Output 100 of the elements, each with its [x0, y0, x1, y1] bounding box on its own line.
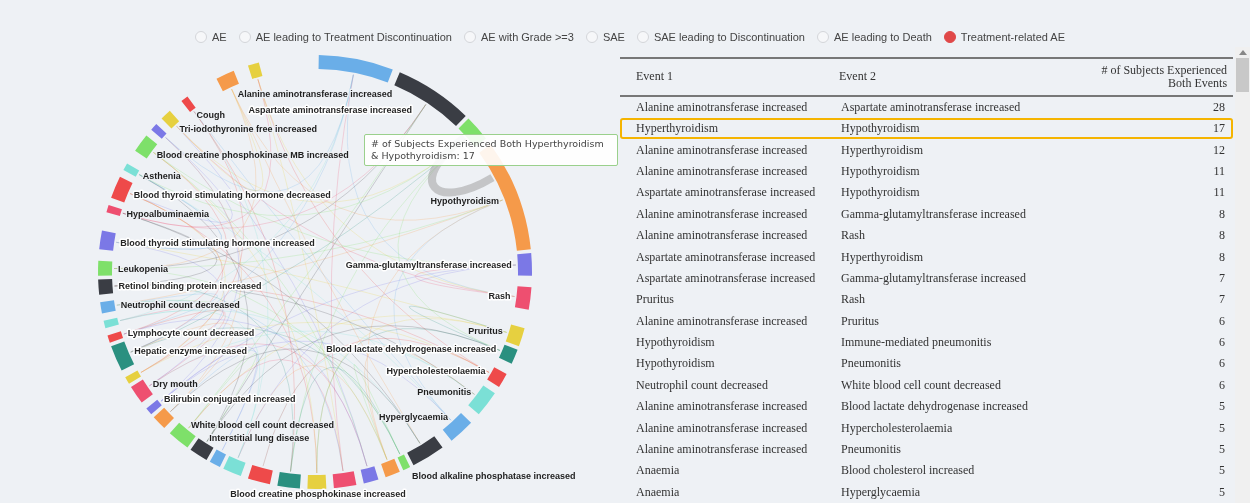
node-label: Leukopenia	[118, 263, 169, 274]
arc-segment[interactable]	[98, 278, 114, 295]
table-cell-text: 28	[1212, 99, 1227, 115]
node-label: Dry mouth	[152, 378, 198, 389]
table-cell-text: 12	[1212, 142, 1227, 158]
filter-label[interactable]: AE leading to Treatment Discontinuation	[255, 31, 452, 43]
node-label: Aspartate aminotransferase increased	[248, 104, 412, 115]
node-label: Blood lactate dehydrogenase increased	[326, 343, 497, 354]
column-header: Event 2	[839, 69, 877, 85]
table-cell-text: Hypothyroidism	[841, 163, 921, 179]
table-row[interactable]: Alanine aminotransferase increased Hypothyroidism 11	[620, 160, 1234, 183]
node-label: Pneumonitis	[417, 386, 472, 397]
table-cell-text: Pneumonitis	[841, 356, 902, 372]
table-cell-text: Alanine aminotransferase increased	[635, 99, 809, 115]
table-cell-text: Pruritus	[841, 313, 880, 329]
node-label: Blood alkaline phosphatase increased	[412, 470, 576, 481]
filter-radio-option[interactable]: SAE	[585, 29, 625, 45]
table-cell-text: Alanine aminotransferase increased	[635, 313, 809, 329]
table-cell-text: 5	[1218, 420, 1227, 436]
table-row[interactable]: Alanine aminotransferase increased Pruritus 6	[620, 310, 1234, 332]
node-label: Hypoalbuminaemia	[126, 209, 210, 219]
table-cell-text: 5	[1218, 463, 1227, 479]
table-row[interactable]: Neutrophil count decreased White blood cell count decreased 6	[620, 374, 1234, 397]
scrollbar[interactable]	[1235, 46, 1250, 503]
filter-radio-option[interactable]: AE leading to Treatment Discontinuation	[238, 29, 452, 45]
table-row[interactable]: Aspartate aminotransferase increased Hyperthyroidism 8	[620, 246, 1234, 268]
filter-radio-option[interactable]: SAE leading to Discontinuation	[636, 29, 805, 45]
table-cell-text: Alanine aminotransferase increased	[635, 228, 809, 244]
filter-radio-option[interactable]: Treatment-related AE	[943, 29, 1065, 45]
table-row[interactable]: Alanine aminotransferase increased Gamma-glutamyltransferase increased 8	[620, 203, 1234, 225]
table-cell-text: 11	[1212, 185, 1227, 201]
filter-radio-option[interactable]: AE with Grade >=3	[463, 29, 574, 45]
table-cell-text: 8	[1218, 206, 1227, 222]
table-row[interactable]: Alanine aminotransferase increased Hypercholesterolaemia 5	[620, 417, 1234, 439]
filter-radio-option[interactable]: AE leading to Death	[817, 29, 932, 45]
table-row[interactable]: Alanine aminotransferase increased Aspartate aminotransferase increased 28	[620, 96, 1234, 118]
table-cell-text: 5	[1218, 484, 1227, 500]
table-cell-text: Hyperthyroidism	[841, 249, 924, 265]
node-label: Hypothyroidism	[430, 196, 499, 206]
table-cell-text: 17	[1212, 121, 1227, 137]
table-row[interactable]: Hypothyroidism Pneumonitis 6	[620, 353, 1234, 375]
table-row[interactable]: Hypothyroidism Immune-mediated pneumonitis 6	[620, 331, 1234, 354]
table-row[interactable]: Aspartate aminotransferase increased Gamma-glutamyltransferase increased 7	[620, 267, 1234, 290]
table-row[interactable]: Alanine aminotransferase increased Rash 8	[620, 224, 1234, 247]
table-row[interactable]: Alanine aminotransferase increased Hyperthyroidism 12	[620, 139, 1234, 161]
filter-label[interactable]: AE with Grade >=3	[480, 31, 574, 43]
filter-label[interactable]: AE leading to Death	[834, 31, 932, 43]
table-cell-text: Alanine aminotransferase increased	[635, 442, 809, 457]
table-row[interactable]: Alanine aminotransferase increased Pneumonitis 5	[620, 438, 1234, 461]
table-cell-text: 5	[1218, 399, 1227, 415]
table-cell-text: Alanine aminotransferase increased	[635, 142, 809, 158]
table-cell-text: Anaemia	[635, 463, 681, 479]
scroll-up-icon[interactable]	[1238, 49, 1247, 55]
node-label: Tri-iodothyronine free increased	[179, 123, 317, 134]
node-label: Blood creatine phosphokinase MB increased	[156, 149, 349, 160]
table-row[interactable]: Aspartate aminotransferase increased Hypothyroidism 11	[620, 182, 1234, 204]
table-cell-text: Immune-mediated pneumonitis	[841, 335, 993, 351]
filter-label[interactable]: SAE	[602, 31, 625, 43]
table-cell-text: 11	[1212, 163, 1227, 179]
table-row[interactable]: Hyperthyroidism Hypothyroidism 17	[620, 117, 1234, 140]
table-cell-text: Pneumonitis	[841, 442, 902, 457]
node-label: Interstitial lung disease	[209, 432, 310, 443]
node-label: Hepatic enzyme increased	[134, 345, 247, 356]
arc-segment[interactable]	[209, 449, 226, 467]
node-label: Neutrophil count decreased	[120, 299, 240, 310]
node-label: Hyperglycaemia	[379, 411, 449, 422]
node-label: Gamma-glutamyltransferase increased	[345, 259, 512, 270]
arc-segment[interactable]	[397, 454, 411, 470]
filter-label[interactable]: Treatment-related AE	[960, 31, 1065, 43]
node-label: Bilirubin conjugated increased	[164, 393, 296, 404]
table-row[interactable]: Alanine aminotransferase increased Blood lactate dehydrogenase increased 5	[620, 396, 1234, 418]
table-cell-text: Hypothyroidism	[841, 185, 921, 201]
table-cell-text: Rash	[841, 228, 866, 244]
table-cell-text: Blood cholesterol increased	[841, 463, 976, 479]
scrollbar-thumb[interactable]	[1236, 57, 1249, 92]
node-label: Blood creatine phosphokinase increased	[230, 488, 406, 499]
table-cell-text: Hyperthyroidism	[635, 121, 719, 137]
node-label: Blood thyroid stimulating hormone increased	[120, 237, 315, 248]
table-row[interactable]: Anaemia Hyperglycaemia 5	[620, 481, 1234, 503]
node-label: Alanine aminotransferase increased	[237, 88, 393, 99]
table-cell-text: Gamma-glutamyltransferase increased	[841, 206, 1027, 222]
table-row[interactable]: Pruritus Rash 7	[620, 289, 1234, 311]
filter-label[interactable]: SAE leading to Discontinuation	[653, 31, 805, 43]
table-cell-text: Hypothyroidism	[841, 121, 921, 137]
table-cell-text: White blood cell count decreased	[841, 377, 1002, 393]
tooltip: # of Subjects Experienced Both Hyperthyroidism & Hypothyroidism: 17	[364, 133, 618, 166]
radio-button[interactable]	[943, 31, 956, 43]
filter-radio-option[interactable]: AE	[195, 29, 227, 45]
node-label: Lymphocyte count decreased	[127, 327, 255, 338]
table-cell-text: Neutrophil count decreased	[635, 377, 769, 393]
table-cell-text: Hypercholesterolaemia	[841, 420, 954, 436]
filter-label[interactable]: AE	[212, 31, 227, 43]
arc-segment[interactable]	[407, 435, 443, 465]
table-cell-text: Aspartate aminotransferase increased	[635, 185, 817, 201]
column-header: Event 1	[635, 69, 674, 85]
table-cell-text: Blood lactate dehydrogenase increased	[841, 399, 1029, 415]
table-row[interactable]: Anaemia Blood cholesterol increased 5	[620, 460, 1234, 482]
node-label: Pruritus	[468, 325, 503, 336]
table-cell-text: Aspartate aminotransferase increased	[841, 99, 1022, 115]
node-label: White blood cell count decreased	[191, 419, 335, 430]
